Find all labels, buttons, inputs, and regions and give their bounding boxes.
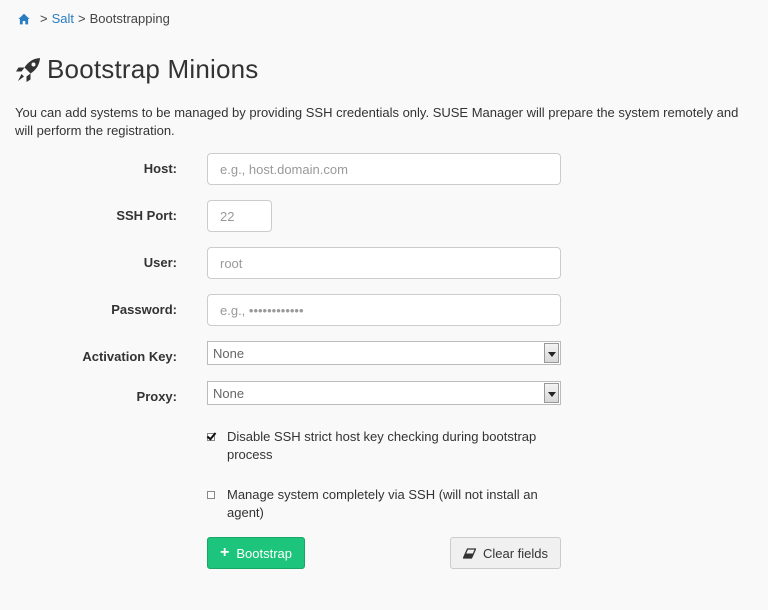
page-title: Bootstrap Minions	[47, 54, 259, 84]
page-header: Bootstrap Minions	[15, 54, 259, 85]
page-description: You can add systems to be managed by pro…	[15, 105, 739, 138]
proxy-value: None	[213, 386, 245, 401]
user-input[interactable]	[207, 247, 561, 279]
user-label: User:	[143, 255, 177, 270]
host-label: Host:	[143, 161, 177, 176]
clear-fields-button-label: Clear fields	[482, 545, 549, 561]
breadcrumb-current: Bootstrapping	[89, 11, 170, 26]
password-input[interactable]	[207, 294, 561, 326]
proxy-label: Proxy:	[136, 389, 177, 404]
breadcrumb-separator: >	[78, 11, 86, 26]
bootstrap-button-label: Bootstrap	[236, 545, 292, 561]
chevron-down-icon[interactable]	[544, 343, 559, 363]
ssh-port-label: SSH Port:	[116, 208, 177, 223]
eraser-icon	[462, 547, 476, 559]
disable-strict-host-key-checkbox[interactable]	[207, 433, 215, 441]
manage-via-ssh-checkbox[interactable]	[207, 491, 215, 499]
activation-key-value: None	[213, 346, 245, 361]
proxy-select[interactable]: None	[207, 381, 561, 405]
breadcrumb-separator: >	[40, 11, 48, 26]
breadcrumb: > Salt > Bootstrapping	[18, 11, 170, 26]
ssh-port-input[interactable]	[207, 200, 272, 232]
clear-fields-button[interactable]: Clear fields	[450, 537, 561, 569]
rocket-icon	[16, 57, 40, 82]
activation-key-select[interactable]: None	[207, 341, 561, 365]
activation-key-label: Activation Key:	[82, 349, 177, 364]
bootstrap-button[interactable]: + Bootstrap	[207, 537, 305, 569]
manage-via-ssh-label: Manage system completely via SSH (will n…	[227, 487, 538, 520]
host-input[interactable]	[207, 153, 561, 185]
home-icon[interactable]	[18, 13, 30, 25]
disable-strict-host-key-label: Disable SSH strict host key checking dur…	[227, 429, 537, 462]
chevron-down-icon[interactable]	[544, 383, 559, 403]
password-label: Password:	[111, 302, 177, 317]
breadcrumb-link-salt[interactable]: Salt	[52, 11, 74, 26]
plus-icon: +	[220, 544, 230, 561]
